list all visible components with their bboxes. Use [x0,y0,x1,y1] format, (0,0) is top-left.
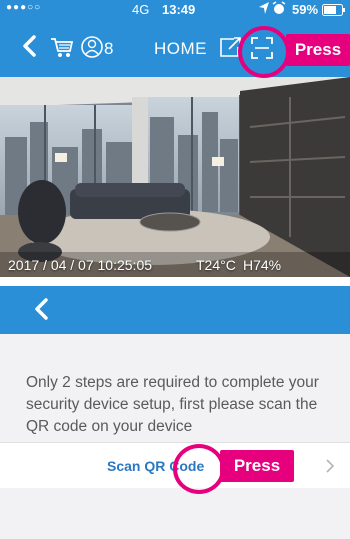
press-callout-top: Press [286,34,350,66]
battery-percent: 59% [292,2,319,17]
temperature-reading: T24°C [196,257,236,273]
highlight-circle-bottom [173,444,225,494]
blank-area [0,488,350,539]
chevron-right-icon [326,459,335,478]
page-title: HOME [154,39,207,58]
clock: 13:49 [162,2,196,17]
chevron-left-icon[interactable] [34,298,48,325]
user-count: 8 [104,39,114,58]
network-label: 4G [132,2,150,17]
user-icon[interactable] [81,35,103,64]
alarm-icon [272,1,286,18]
highlight-circle-top [238,26,290,78]
camera-timestamp: 2017 / 04 / 07 10:25:05 [8,257,153,273]
room-image [0,77,350,277]
humidity-reading: H74% [243,257,282,273]
battery-icon [322,4,346,19]
setup-nav-bar [0,286,350,334]
cart-icon[interactable] [50,37,74,64]
camera-live-view[interactable]: 2017 / 04 / 07 10:25:05 T24°C H74% [0,77,350,277]
location-icon [258,1,270,18]
signal-dots: ●●●○○ [6,2,42,13]
status-bar: ●●●○○ 4G 13:49 59% [0,0,350,20]
press-callout-bottom: Press [220,450,294,482]
setup-description: Only 2 steps are required to complete yo… [26,374,319,435]
chevron-left-icon[interactable] [22,35,36,62]
